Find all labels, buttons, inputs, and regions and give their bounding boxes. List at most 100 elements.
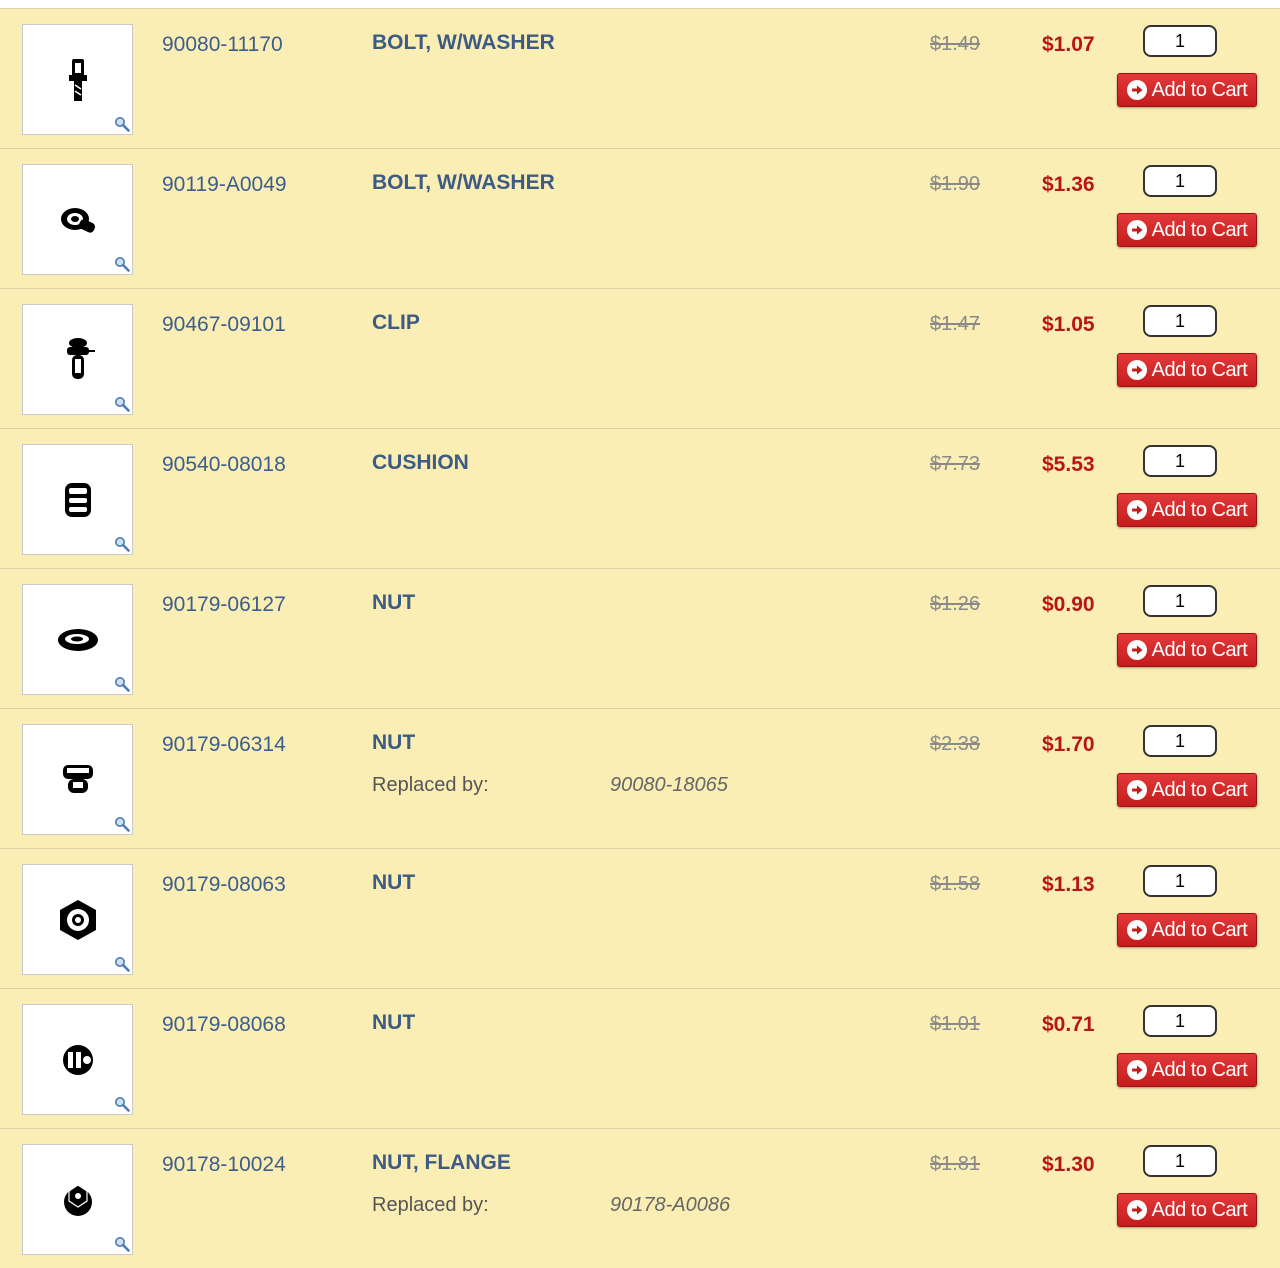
replacement-part-number[interactable]: 90178-A0086 xyxy=(610,1194,730,1217)
part-row: 90179-08068 NUT $1.01 $0.71 Add to Cart xyxy=(0,988,1280,1128)
add-to-cart-button[interactable]: Add to Cart xyxy=(1117,913,1257,947)
part-row: 90179-06127 NUT $1.26 $0.90 Add to Cart xyxy=(0,568,1280,708)
part-image[interactable] xyxy=(53,475,103,525)
arrow-circle-right-icon xyxy=(1126,780,1147,800)
part-image[interactable] xyxy=(53,895,103,945)
part-image[interactable] xyxy=(53,55,103,105)
part-image[interactable] xyxy=(53,335,103,385)
arrow-circle-right-icon xyxy=(1126,220,1147,240)
part-thumbnail[interactable] xyxy=(22,584,133,695)
part-description: CLIP xyxy=(372,311,420,334)
add-to-cart-label: Add to Cart xyxy=(1151,78,1248,101)
replaced-by-label: Replaced by: xyxy=(372,1194,489,1216)
magnifier-icon[interactable] xyxy=(114,816,130,832)
quantity-input[interactable] xyxy=(1143,865,1217,897)
part-number[interactable]: 90178-10024 xyxy=(162,1153,286,1177)
add-to-cart-button[interactable]: Add to Cart xyxy=(1117,773,1257,807)
part-thumbnail[interactable] xyxy=(22,24,133,135)
part-thumbnail[interactable] xyxy=(22,1004,133,1115)
add-to-cart-label: Add to Cart xyxy=(1151,358,1248,381)
msrp-price: $1.26 xyxy=(930,593,981,615)
part-image[interactable] xyxy=(53,1175,103,1225)
part-thumbnail[interactable] xyxy=(22,164,133,275)
add-to-cart-button[interactable]: Add to Cart xyxy=(1117,73,1257,107)
add-to-cart-label: Add to Cart xyxy=(1151,1058,1248,1081)
sale-price: $1.70 xyxy=(1042,733,1095,756)
add-to-cart-button[interactable]: Add to Cart xyxy=(1117,1053,1257,1087)
part-image[interactable] xyxy=(53,1035,103,1085)
part-thumbnail[interactable] xyxy=(22,304,133,415)
part-number[interactable]: 90179-08063 xyxy=(162,873,286,897)
part-description: NUT xyxy=(372,1011,416,1034)
magnifier-icon[interactable] xyxy=(114,1236,130,1252)
replaced-by-label: Replaced by: xyxy=(372,774,489,796)
msrp-price: $1.47 xyxy=(930,313,981,335)
sale-price: $1.05 xyxy=(1042,313,1095,336)
part-number[interactable]: 90467-09101 xyxy=(162,313,286,337)
add-to-cart-label: Add to Cart xyxy=(1151,218,1248,241)
sale-price: $0.71 xyxy=(1042,1013,1095,1036)
part-description: NUT xyxy=(372,871,416,894)
add-to-cart-button[interactable]: Add to Cart xyxy=(1117,1193,1257,1227)
part-row: 90179-06314 NUT Replaced by: 90080-18065… xyxy=(0,708,1280,848)
part-description: NUT, FLANGE xyxy=(372,1151,511,1174)
part-number[interactable]: 90080-11170 xyxy=(162,33,283,57)
msrp-price: $2.38 xyxy=(930,733,981,755)
magnifier-icon[interactable] xyxy=(114,1096,130,1112)
part-image[interactable] xyxy=(53,195,103,245)
sale-price: $1.13 xyxy=(1042,873,1095,896)
magnifier-icon[interactable] xyxy=(114,536,130,552)
quantity-input[interactable] xyxy=(1143,165,1217,197)
magnifier-icon[interactable] xyxy=(114,396,130,412)
part-thumbnail[interactable] xyxy=(22,864,133,975)
add-to-cart-label: Add to Cart xyxy=(1151,1198,1248,1221)
quantity-input[interactable] xyxy=(1143,305,1217,337)
quantity-input[interactable] xyxy=(1143,1145,1217,1177)
arrow-circle-right-icon xyxy=(1126,920,1147,940)
part-number[interactable]: 90179-06127 xyxy=(162,593,286,617)
sale-price: $0.90 xyxy=(1042,593,1095,616)
part-thumbnail[interactable] xyxy=(22,724,133,835)
magnifier-icon[interactable] xyxy=(114,956,130,972)
add-to-cart-button[interactable]: Add to Cart xyxy=(1117,353,1257,387)
arrow-circle-right-icon xyxy=(1126,80,1147,100)
magnifier-icon[interactable] xyxy=(114,676,130,692)
add-to-cart-button[interactable]: Add to Cart xyxy=(1117,633,1257,667)
replacement-part-number[interactable]: 90080-18065 xyxy=(610,774,728,797)
quantity-input[interactable] xyxy=(1143,725,1217,757)
sale-price: $1.07 xyxy=(1042,33,1095,56)
quantity-input[interactable] xyxy=(1143,1005,1217,1037)
part-thumbnail[interactable] xyxy=(22,1144,133,1255)
quantity-input[interactable] xyxy=(1143,585,1217,617)
parts-list: 90080-11170 BOLT, W/WASHER $1.49 $1.07 A… xyxy=(0,8,1280,1268)
msrp-price: $1.90 xyxy=(930,173,981,195)
sale-price: $5.53 xyxy=(1042,453,1095,476)
arrow-circle-right-icon xyxy=(1126,1060,1147,1080)
part-row: 90179-08063 NUT $1.58 $1.13 Add to Cart xyxy=(0,848,1280,988)
sale-price: $1.30 xyxy=(1042,1153,1095,1176)
part-number[interactable]: 90179-08068 xyxy=(162,1013,286,1037)
magnifier-icon[interactable] xyxy=(114,256,130,272)
part-image[interactable] xyxy=(53,755,103,805)
arrow-circle-right-icon xyxy=(1126,1200,1147,1220)
arrow-circle-right-icon xyxy=(1126,360,1147,380)
add-to-cart-button[interactable]: Add to Cart xyxy=(1117,493,1257,527)
part-image[interactable] xyxy=(53,615,103,665)
part-row: 90080-11170 BOLT, W/WASHER $1.49 $1.07 A… xyxy=(0,8,1280,148)
add-to-cart-label: Add to Cart xyxy=(1151,918,1248,941)
magnifier-icon[interactable] xyxy=(114,116,130,132)
part-number[interactable]: 90179-06314 xyxy=(162,733,286,757)
part-number[interactable]: 90119-A0049 xyxy=(162,173,287,197)
msrp-price: $1.01 xyxy=(930,1013,981,1035)
quantity-input[interactable] xyxy=(1143,445,1217,477)
part-description: BOLT, W/WASHER xyxy=(372,171,555,194)
msrp-price: $1.81 xyxy=(930,1153,981,1175)
part-number[interactable]: 90540-08018 xyxy=(162,453,286,477)
add-to-cart-button[interactable]: Add to Cart xyxy=(1117,213,1257,247)
add-to-cart-label: Add to Cart xyxy=(1151,638,1248,661)
quantity-input[interactable] xyxy=(1143,25,1217,57)
part-row: 90467-09101 CLIP $1.47 $1.05 Add to Cart xyxy=(0,288,1280,428)
part-thumbnail[interactable] xyxy=(22,444,133,555)
arrow-circle-right-icon xyxy=(1126,640,1147,660)
part-row: 90178-10024 NUT, FLANGE Replaced by: 901… xyxy=(0,1128,1280,1268)
